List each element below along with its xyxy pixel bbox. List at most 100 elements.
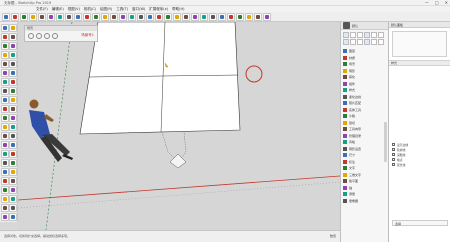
left-tool-icon[interactable] [1,150,9,158]
left-tool-icon[interactable] [1,24,9,32]
panel-grid-icon[interactable] [343,32,349,38]
left-tool-icon[interactable] [1,69,9,77]
toolbar-tool-icon[interactable] [110,13,118,21]
measurements-box[interactable]: 数值 [330,234,336,238]
toolbar-tool-icon[interactable] [92,13,100,21]
toolbar-tool-icon[interactable] [74,13,82,21]
zoom-icon[interactable] [44,33,50,39]
panel-scrollbar[interactable] [384,122,387,162]
toolbar-tool-icon[interactable] [164,13,172,21]
toolbar-tool-icon[interactable] [2,13,10,21]
scene-name[interactable]: 场景号1 [81,33,94,38]
toolbar-tool-icon[interactable] [191,13,199,21]
left-tool-icon[interactable] [1,60,9,68]
toolbar-tool-icon[interactable] [263,13,271,21]
panel-grid-icon[interactable] [357,32,363,38]
scene-tab-panel[interactable]: 场景 场景号1 [24,25,98,42]
toolbar-tool-icon[interactable] [155,13,163,21]
left-tool-icon[interactable] [9,105,17,113]
left-tool-icon[interactable] [1,114,9,122]
left-tool-icon[interactable] [9,69,17,77]
checkbox[interactable] [392,148,395,151]
panel-grid-icon[interactable] [378,39,384,45]
toolbar-tool-icon[interactable] [245,13,253,21]
panel-tool-item[interactable]: 量角器 [343,198,386,205]
left-tool-icon[interactable] [1,51,9,59]
left-tool-icon[interactable] [1,132,9,140]
left-tool-icon[interactable] [1,96,9,104]
toolbar-tool-icon[interactable] [128,13,136,21]
left-tool-icon[interactable] [9,213,17,221]
left-tool-icon[interactable] [1,195,9,203]
toolbar-tool-icon[interactable] [209,13,217,21]
toolbar-tool-icon[interactable] [173,13,181,21]
orbit-icon[interactable] [28,33,34,39]
left-tool-icon[interactable] [1,168,9,176]
left-tool-icon[interactable] [9,150,17,158]
left-tool-icon[interactable] [9,33,17,41]
left-tool-icon[interactable] [1,42,9,50]
left-tool-icon[interactable] [9,78,17,86]
left-tool-icon[interactable] [9,159,17,167]
panel-grid-icon[interactable] [343,39,349,45]
left-tool-icon[interactable] [1,186,9,194]
toolbar-tool-icon[interactable] [227,13,235,21]
left-tool-icon[interactable] [9,96,17,104]
toolbar-tool-icon[interactable] [83,13,91,21]
checkbox[interactable] [392,153,395,156]
left-tool-icon[interactable] [9,123,17,131]
left-tool-icon[interactable] [9,51,17,59]
left-tool-icon[interactable] [1,105,9,113]
panel-grid-icon[interactable] [378,32,384,38]
left-tool-icon[interactable] [1,213,9,221]
left-tool-icon[interactable] [1,123,9,131]
camera-eye-marker[interactable] [169,153,187,169]
toolbar-tool-icon[interactable] [56,13,64,21]
viewport-canvas[interactable] [18,22,340,230]
tray-select-field[interactable]: 选择 [392,220,448,226]
panel-grid-icon[interactable] [371,39,377,45]
edge-setting-row[interactable]: 延长线 [392,162,408,167]
toolbar-tool-icon[interactable] [137,13,145,21]
left-tool-icon[interactable] [9,60,17,68]
left-tool-icon[interactable] [1,159,9,167]
left-tool-icon[interactable] [9,24,17,32]
left-tool-icon[interactable] [9,87,17,95]
left-tool-icon[interactable] [1,141,9,149]
left-tool-icon[interactable] [1,87,9,95]
toolbar-tool-icon[interactable] [236,13,244,21]
zoom-window-icon[interactable] [52,33,58,39]
toolbar-tool-icon[interactable] [254,13,262,21]
toolbar-tool-icon[interactable] [29,13,37,21]
checkbox[interactable] [392,163,395,166]
plane-face[interactable] [79,22,241,135]
toolbar-tool-icon[interactable] [218,13,226,21]
left-tool-icon[interactable] [1,177,9,185]
toolbar-tool-icon[interactable] [38,13,46,21]
left-tool-icon[interactable] [9,204,17,212]
toolbar-tool-icon[interactable] [182,13,190,21]
scale-figure[interactable] [29,99,73,163]
left-tool-icon[interactable] [9,195,17,203]
left-tool-icon[interactable] [9,132,17,140]
panel-grid-icon[interactable] [364,39,370,45]
panel-grid-icon[interactable] [357,39,363,45]
checkbox[interactable] [392,143,395,146]
left-tool-icon[interactable] [9,114,17,122]
avatar[interactable] [343,22,350,29]
pan-icon[interactable] [36,33,42,39]
left-tool-icon[interactable] [9,177,17,185]
panel-grid-icon[interactable] [371,32,377,38]
modeling-viewport[interactable]: 场景 场景号1 [18,22,340,230]
toolbar-tool-icon[interactable] [119,13,127,21]
left-tool-icon[interactable] [9,42,17,50]
left-tool-icon[interactable] [9,186,17,194]
left-tool-icon[interactable] [1,78,9,86]
left-tool-icon[interactable] [1,204,9,212]
toolbar-tool-icon[interactable] [200,13,208,21]
toolbar-tool-icon[interactable] [65,13,73,21]
left-tool-icon[interactable] [9,168,17,176]
toolbar-tool-icon[interactable] [101,13,109,21]
toolbar-tool-icon[interactable] [146,13,154,21]
left-tool-icon[interactable] [1,33,9,41]
